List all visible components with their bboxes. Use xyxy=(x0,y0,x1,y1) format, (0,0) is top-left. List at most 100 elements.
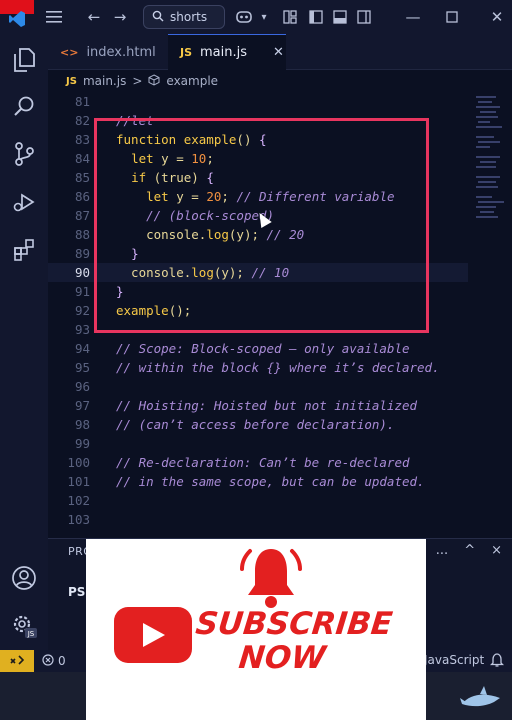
breadcrumb-symbol[interactable]: example xyxy=(166,74,218,88)
code-token: // within the block {} where it’s declar… xyxy=(116,360,440,375)
line-number: 101 xyxy=(67,474,90,489)
youtube-logo-icon xyxy=(114,607,192,663)
line-number: 100 xyxy=(67,455,90,470)
line-number: 102 xyxy=(67,493,90,508)
line-number: 98 xyxy=(74,417,90,432)
layout-customize-icon[interactable] xyxy=(279,6,301,28)
chevron-down-icon[interactable]: ▾ xyxy=(253,6,275,28)
layout-panel-icon[interactable] xyxy=(329,6,351,28)
tab-index-html[interactable]: <> index.html xyxy=(48,34,166,70)
line-number: 82 xyxy=(74,113,90,128)
tab-main-js[interactable]: JS main.js ✕ xyxy=(168,34,286,70)
code-token: // (can’t access before declaration). xyxy=(116,417,395,432)
hamburger-menu-icon[interactable] xyxy=(43,6,65,28)
activity-bar: JS xyxy=(0,34,48,650)
code-line[interactable]: 98 // (can’t access before declaration). xyxy=(48,415,468,434)
subscribe-text: SUBSCRIBE NOW xyxy=(190,606,395,676)
line-number: 96 xyxy=(74,379,90,394)
run-debug-icon[interactable] xyxy=(10,188,38,216)
code-text: // in the same scope, but can be updated… xyxy=(116,472,425,491)
code-text: // Scope: Block-scoped — only available xyxy=(116,339,410,358)
minimize-icon[interactable]: — xyxy=(402,6,424,28)
line-number: 93 xyxy=(74,322,90,337)
line-number: 103 xyxy=(67,512,90,527)
code-line[interactable]: 102 xyxy=(48,491,468,510)
back-arrow-icon[interactable]: ← xyxy=(83,6,105,28)
js-file-icon: JS xyxy=(180,46,193,59)
more-actions-icon[interactable]: ... xyxy=(436,543,448,558)
line-number: 81 xyxy=(74,94,90,109)
explorer-icon[interactable] xyxy=(10,46,38,74)
code-text: // within the block {} where it’s declar… xyxy=(116,358,440,377)
code-line[interactable]: 95 // within the block {} where it’s decl… xyxy=(48,358,468,377)
code-line[interactable]: 96 xyxy=(48,377,468,396)
tab-label: index.html xyxy=(86,44,156,60)
code-text: // Hoisting: Hoisted but not initialized xyxy=(116,396,417,415)
code-line[interactable]: 81 xyxy=(48,92,468,111)
breadcrumb: JS main.js > example xyxy=(48,70,512,92)
bell-icon xyxy=(240,549,302,608)
minimap[interactable] xyxy=(470,92,512,534)
line-number: 91 xyxy=(74,284,90,299)
vscode-logo-icon xyxy=(6,8,28,30)
code-line[interactable]: 99 xyxy=(48,434,468,453)
extensions-icon[interactable] xyxy=(10,236,38,264)
terminal-prompt[interactable]: PS xyxy=(68,585,85,599)
tab-label: main.js xyxy=(200,45,248,60)
breadcrumb-separator: > xyxy=(132,74,143,88)
code-line[interactable]: 101 // in the same scope, but can be upda… xyxy=(48,472,468,491)
search-input[interactable]: shorts xyxy=(143,5,225,29)
source-control-icon[interactable] xyxy=(10,140,38,168)
code-line[interactable]: 97 // Hoisting: Hoisted but not initializ… xyxy=(48,396,468,415)
line-number: 86 xyxy=(74,189,90,204)
editor-tabs: <> index.html JS main.js ✕ xyxy=(48,34,512,70)
code-text: // Re-declaration: Can’t be re-declared xyxy=(116,453,410,472)
close-icon[interactable]: ✕ xyxy=(486,6,508,28)
line-number: 85 xyxy=(74,170,90,185)
panel-actions: ... ^ × xyxy=(436,543,502,558)
line-number: 95 xyxy=(74,360,90,375)
forward-arrow-icon[interactable]: → xyxy=(109,6,131,28)
notification-bell-icon[interactable] xyxy=(489,652,505,671)
code-token: // Hoisting: Hoisted but not initialized xyxy=(116,398,418,413)
layout-split-icon[interactable] xyxy=(353,6,375,28)
maximize-icon[interactable] xyxy=(441,6,463,28)
problems-status[interactable]: 0 xyxy=(42,653,66,669)
maximize-panel-icon[interactable]: ^ xyxy=(464,543,475,558)
cube-icon xyxy=(148,73,160,89)
error-count: 0 xyxy=(58,654,66,668)
code-token: // in the same scope, but can be updated… xyxy=(116,474,425,489)
line-number: 87 xyxy=(74,208,90,223)
close-panel-icon[interactable]: × xyxy=(491,543,502,558)
subscribe-line-2: NOW xyxy=(237,640,328,676)
line-number: 89 xyxy=(74,246,90,261)
tab-close-icon[interactable]: ✕ xyxy=(273,45,284,60)
shark-logo-icon xyxy=(460,686,500,707)
settings-badge: JS xyxy=(27,630,35,638)
code-line[interactable]: 103 xyxy=(48,510,468,529)
search-icon[interactable] xyxy=(10,92,38,120)
code-token: // Re-declaration: Can’t be re-declared xyxy=(116,455,410,470)
line-number: 92 xyxy=(74,303,90,318)
layout-sidebar-icon[interactable] xyxy=(305,6,327,28)
breadcrumb-file[interactable]: main.js xyxy=(83,74,126,88)
remote-indicator-icon[interactable] xyxy=(0,650,34,672)
copilot-icon[interactable] xyxy=(233,6,255,28)
error-icon xyxy=(42,653,54,669)
account-icon[interactable] xyxy=(10,564,38,592)
code-line[interactable]: 100 // Re-declaration: Can’t be re-declar… xyxy=(48,453,468,472)
language-mode[interactable]: JavaScript xyxy=(424,653,484,667)
line-number: 94 xyxy=(74,341,90,356)
subscribe-overlay[interactable]: SUBSCRIBE NOW xyxy=(86,539,426,720)
subscribe-line-1: SUBSCRIBE xyxy=(193,606,395,642)
line-number: 99 xyxy=(74,436,90,451)
code-line[interactable]: 94 // Scope: Block-scoped — only availabl… xyxy=(48,339,468,358)
js-file-icon: JS xyxy=(66,75,77,87)
html-file-icon: <> xyxy=(60,45,79,59)
line-number: 83 xyxy=(74,132,90,147)
line-number: 97 xyxy=(74,398,90,413)
settings-icon[interactable]: JS xyxy=(10,612,38,640)
code-token: // Scope: Block-scoped — only available xyxy=(116,341,410,356)
code-text: // (can’t access before declaration). xyxy=(116,415,394,434)
search-text: shorts xyxy=(170,10,208,24)
